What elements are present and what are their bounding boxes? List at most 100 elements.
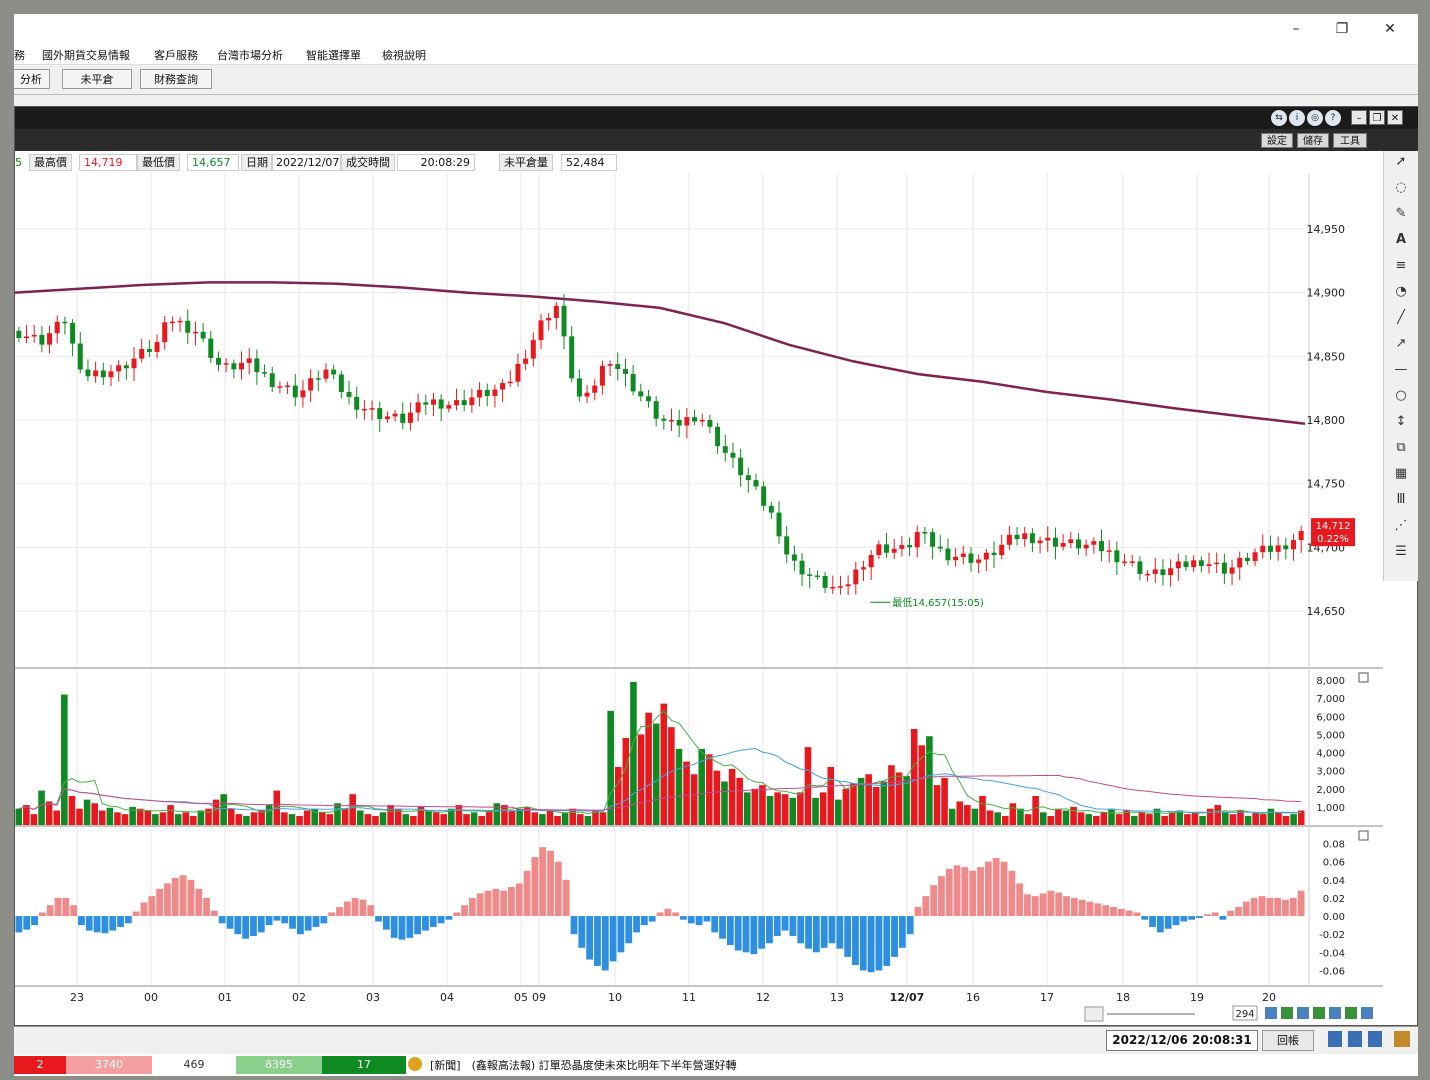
finance-query-button[interactable]: 財務查詢 [140, 69, 212, 89]
volume-bar [1290, 814, 1297, 825]
chart-title-bar: ⇆ i ◎ ? – ❐ ✕ [15, 107, 1418, 129]
candle [239, 362, 245, 370]
volume-bar [1161, 815, 1168, 825]
menu-item-tw-market[interactable]: 台灣市場分析 [217, 47, 283, 63]
macd-bar [1164, 916, 1172, 929]
layout-icon-2[interactable] [1348, 1031, 1362, 1047]
menu-item-customer-service[interactable]: 客戶服務 [154, 47, 198, 63]
menu-item-smart-order[interactable]: 智能選擇單 [306, 47, 361, 63]
macd-bar [789, 916, 797, 937]
macd-bar [891, 916, 898, 957]
info-icon[interactable]: i [1289, 110, 1305, 126]
candle [47, 333, 53, 345]
candle [24, 336, 30, 339]
pointer-icon[interactable]: ➚ [1392, 153, 1410, 171]
volume-bar [774, 792, 781, 825]
volume-bar [1070, 806, 1077, 825]
candle [1206, 564, 1212, 567]
grid-icon[interactable]: ▦ [1392, 465, 1410, 483]
analysis-button[interactable]: 分析 [14, 69, 50, 89]
time-axis-label: 05 [514, 991, 528, 1004]
palette-icon[interactable]: ◔ [1392, 283, 1410, 301]
pencil-icon[interactable]: ✎ [1392, 205, 1410, 223]
macd-bar [390, 916, 398, 938]
lines-icon[interactable]: ≡ [1392, 257, 1410, 275]
chart-close-button[interactable]: ✕ [1387, 110, 1403, 125]
eraser-icon[interactable]: ◌ [1392, 179, 1410, 197]
layout-icon-1[interactable] [1328, 1031, 1342, 1047]
candle [292, 385, 298, 398]
bars-icon[interactable]: Ⅲ [1392, 491, 1410, 509]
fan-icon[interactable]: ⋰ [1392, 517, 1410, 535]
fib-icon[interactable]: ☰ [1392, 543, 1410, 561]
macd-bar [1149, 916, 1156, 927]
candle [146, 348, 152, 352]
candle [622, 368, 628, 374]
arrow-draw-icon[interactable]: ↗ [1392, 335, 1410, 353]
menu-item-foreign-futures[interactable]: 國外期貨交易情報 [42, 47, 130, 63]
volume-bar [1017, 808, 1024, 825]
minimize-button[interactable]: – [1276, 18, 1316, 40]
news-headline[interactable]: [新聞] (鑫報高法報) 訂單恐晶度使未來比明年下半年營運好轉 [430, 1057, 737, 1073]
macd-bar [554, 861, 562, 917]
globe-icon[interactable]: ◎ [1307, 110, 1323, 126]
volume-bar [1138, 812, 1146, 825]
macd-bar [281, 916, 289, 924]
candle [523, 358, 529, 364]
macd-bar [148, 896, 156, 917]
candle [607, 364, 613, 366]
hline-icon[interactable]: — [1392, 361, 1410, 379]
circle-icon[interactable]: ○ [1392, 387, 1410, 405]
macd-bar [1282, 899, 1289, 917]
macd-bar [375, 916, 382, 922]
macd-bar [85, 916, 93, 931]
back-button[interactable]: 回帳 [1262, 1030, 1314, 1051]
close-button[interactable]: ✕ [1370, 18, 1410, 40]
settings-button[interactable]: 設定 [1261, 133, 1293, 148]
candle [154, 342, 160, 352]
chart-restore-button[interactable]: ❐ [1369, 110, 1385, 125]
candle [814, 575, 820, 578]
volume-bar [910, 728, 918, 825]
text-icon[interactable]: A [1392, 231, 1410, 249]
candle [1075, 539, 1081, 549]
link-icon[interactable]: ⇆ [1271, 110, 1287, 126]
candle [415, 402, 421, 413]
volume-bar [159, 812, 167, 825]
volume-ma-short-line [18, 710, 1302, 814]
restore-button[interactable]: ❐ [1322, 18, 1362, 40]
open-interest-button[interactable]: 未平倉 [62, 69, 132, 89]
volume-bar [865, 774, 872, 825]
candle [231, 363, 237, 370]
save-button[interactable]: 儲存 [1297, 133, 1329, 148]
price-tick-label: 14,650 [1307, 605, 1346, 618]
channel-icon[interactable]: ⧉ [1392, 439, 1410, 457]
last-change-value: 0.22% [1317, 534, 1349, 545]
menu-item-service[interactable]: 務 [14, 47, 25, 63]
candle [1052, 537, 1058, 547]
volume-tick-label: 4,000 [1316, 749, 1345, 760]
macd-bar [336, 907, 343, 917]
macd-bar [140, 902, 148, 917]
layout-icon-3[interactable] [1368, 1031, 1382, 1047]
volume-bar [1009, 803, 1017, 825]
macd-bar [633, 916, 640, 933]
chart-area[interactable]: 最低14,657(15:05) 14,950 14,900 14,850 14,800… [15, 173, 1385, 1023]
volume-bar [804, 747, 812, 825]
macd-bar [15, 916, 23, 933]
tools-button[interactable]: 工具 [1333, 133, 1367, 148]
help-icon[interactable]: ? [1325, 110, 1341, 126]
grid-layout-icon[interactable] [1394, 1031, 1410, 1047]
volume-bar [387, 805, 394, 825]
volume-bar [1077, 812, 1085, 825]
macd-bar [351, 897, 359, 917]
chart-minimize-button[interactable]: – [1351, 110, 1367, 125]
macd-bar [539, 847, 547, 917]
volume-bar [675, 748, 683, 825]
line-draw-icon[interactable]: ╱ [1392, 309, 1410, 327]
vline-icon[interactable]: ↕ [1392, 413, 1410, 431]
candle [438, 399, 444, 409]
volume-bar [1259, 814, 1267, 825]
menu-item-view-help[interactable]: 檢視說明 [382, 47, 426, 63]
macd-bar [1227, 910, 1235, 917]
